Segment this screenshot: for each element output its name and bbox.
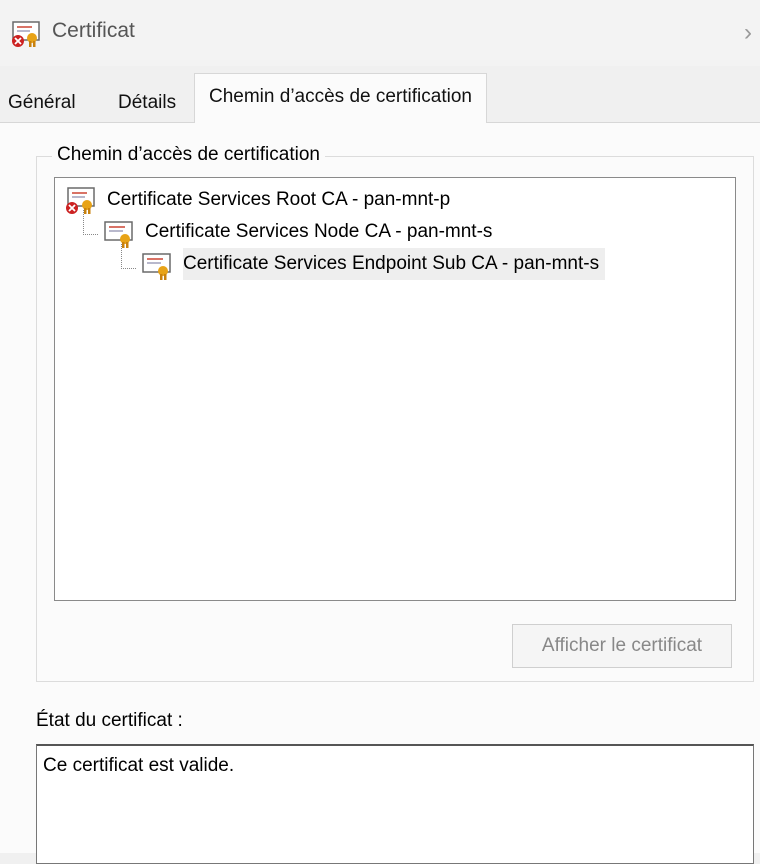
certificate-error-icon bbox=[66, 187, 95, 214]
tab-general[interactable]: Général bbox=[8, 85, 76, 121]
tree-item-label: Certificate Services Endpoint Sub CA - p… bbox=[183, 248, 606, 280]
view-certificate-button[interactable]: Afficher le certificat bbox=[512, 624, 732, 668]
tab-details[interactable]: Détails bbox=[118, 85, 176, 121]
close-button[interactable]: › bbox=[744, 18, 760, 48]
certificate-icon bbox=[104, 221, 133, 248]
certification-path-group-label: Chemin d’accès de certification bbox=[52, 144, 325, 166]
tab-strip: Général Détails Chemin d’accès de certif… bbox=[0, 73, 760, 123]
certificate-status-label: État du certificat : bbox=[36, 710, 183, 731]
tree-item-label: Certificate Services Node CA - pan-mnt-s bbox=[145, 221, 493, 242]
title-bar: Certificat › bbox=[0, 0, 760, 66]
tree-item-label: Certificate Services Root CA - pan-mnt-p bbox=[107, 189, 451, 210]
certificate-status-text: Ce certificat est valide. bbox=[43, 755, 235, 776]
tab-certification-path[interactable]: Chemin d’accès de certification bbox=[194, 73, 487, 123]
certificate-status-box[interactable]: Ce certificat est valide. bbox=[36, 744, 754, 864]
window-title: Certificat bbox=[52, 19, 135, 42]
certificate-error-icon bbox=[12, 21, 40, 47]
certificate-icon bbox=[142, 253, 171, 280]
certification-path-tree[interactable]: Certificate Services Root CA - pan-mnt-p… bbox=[54, 177, 736, 601]
